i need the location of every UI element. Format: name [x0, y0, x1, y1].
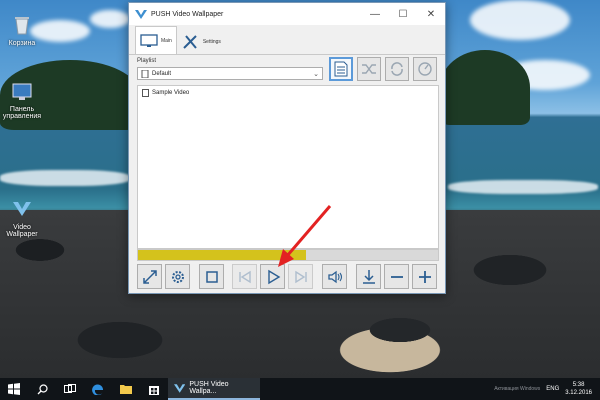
remove-button[interactable] [384, 264, 409, 289]
title-bar[interactable]: PUSH Video Wallpaper — ☐ ✕ [129, 3, 445, 25]
push-wallpaper-icon [13, 202, 31, 216]
activation-watermark: Активация Windows [494, 386, 541, 392]
stop-icon [205, 270, 218, 283]
maximize-button[interactable]: ☐ [389, 3, 417, 25]
add-icon [418, 270, 431, 283]
tab-settings-label: Settings [202, 38, 221, 45]
playlist-selected-value: Default [152, 70, 172, 77]
language-indicator[interactable]: ENG [546, 386, 559, 392]
edge-icon [92, 384, 103, 395]
download-icon [362, 269, 375, 284]
timer-icon [418, 62, 432, 76]
shuffle-button[interactable] [357, 57, 381, 81]
clock-time: 5:38 [572, 382, 585, 388]
progress-fill [138, 250, 306, 260]
tab-main[interactable]: Main [135, 26, 177, 54]
task-view-button[interactable] [56, 378, 84, 400]
fullscreen-button[interactable] [137, 264, 162, 289]
app-logo-icon [135, 10, 147, 19]
timer-button[interactable] [413, 57, 437, 81]
video-list[interactable]: Sample Video [137, 85, 439, 249]
system-tray: Активация Windows ENG 5:38 3.12.2016 [494, 381, 600, 397]
folder-icon [120, 385, 132, 394]
hill [440, 50, 530, 125]
search-icon [37, 383, 48, 394]
next-button[interactable] [288, 264, 313, 289]
playlist-label: Playlist [137, 58, 157, 64]
desktop-icon-label: Панель управления [2, 106, 42, 120]
download-button[interactable] [356, 264, 381, 289]
settings-gear-icon [171, 270, 184, 283]
search-button[interactable] [28, 378, 56, 400]
video-file-icon [142, 89, 149, 97]
app-window: PUSH Video Wallpaper — ☐ ✕ Main Settings… [128, 2, 446, 294]
list-item[interactable]: Sample Video [138, 86, 438, 100]
play-button[interactable] [260, 264, 285, 289]
cloud [470, 0, 570, 40]
window-title: PUSH Video Wallpaper [151, 10, 224, 18]
remove-icon [390, 275, 403, 278]
file-explorer-button[interactable] [112, 378, 140, 400]
tab-settings[interactable]: Settings [177, 28, 226, 54]
tab-bar: Main Settings [129, 25, 445, 55]
cloud [90, 10, 130, 28]
store-button[interactable] [140, 378, 168, 400]
playlist-edit-button[interactable] [329, 57, 353, 81]
next-icon [294, 270, 307, 283]
windows-logo-icon [8, 383, 20, 395]
tab-main-label: Main [161, 37, 172, 44]
playlist-file-icon [141, 69, 149, 78]
desktop-icon-label: Корзина [8, 40, 36, 47]
surf [448, 180, 598, 194]
shuffle-icon [362, 64, 376, 74]
control-panel-icon [12, 83, 32, 100]
taskbar-app-label: PUSH Video Wallpa... [189, 381, 229, 395]
desktop-icon-recycle-bin[interactable]: Корзина [0, 14, 44, 47]
playback-progress[interactable] [137, 249, 439, 261]
tools-icon [183, 34, 197, 49]
minimize-button[interactable]: — [361, 3, 389, 25]
desktop-icon-control-panel[interactable]: Панель управления [0, 80, 44, 120]
monitor-icon [140, 33, 158, 47]
task-view-icon [64, 384, 76, 393]
taskbar: PUSH Video Wallpa... Активация Windows E… [0, 378, 600, 400]
play-icon [267, 269, 280, 284]
recycle-bin-icon [15, 17, 29, 35]
push-wallpaper-icon [174, 384, 186, 393]
clock[interactable]: 5:38 3.12.2016 [565, 381, 592, 397]
desktop-icon-video-wallpaper[interactable]: Video Wallpaper [0, 198, 44, 238]
store-icon [149, 386, 159, 395]
video-name: Sample Video [152, 90, 190, 96]
clock-date: 3.12.2016 [565, 390, 592, 396]
previous-icon [238, 270, 251, 283]
stop-button[interactable] [199, 264, 224, 289]
playlist-edit-icon [334, 61, 348, 77]
close-button[interactable]: ✕ [417, 3, 445, 25]
start-button[interactable] [0, 378, 28, 400]
previous-button[interactable] [232, 264, 257, 289]
desktop-icon-label: Video Wallpaper [6, 224, 38, 238]
repeat-button[interactable] [385, 57, 409, 81]
edge-browser-button[interactable] [84, 378, 112, 400]
surf [0, 170, 130, 186]
playlist-dropdown[interactable]: Default ⌄ [137, 67, 323, 80]
settings-button[interactable] [165, 264, 190, 289]
repeat-icon [391, 62, 403, 76]
volume-icon [327, 270, 342, 283]
fullscreen-icon [142, 269, 157, 284]
taskbar-app-push-wallpaper[interactable]: PUSH Video Wallpa... [168, 378, 260, 400]
chevron-down-icon: ⌄ [313, 71, 319, 78]
add-button[interactable] [412, 264, 437, 289]
volume-button[interactable] [322, 264, 347, 289]
